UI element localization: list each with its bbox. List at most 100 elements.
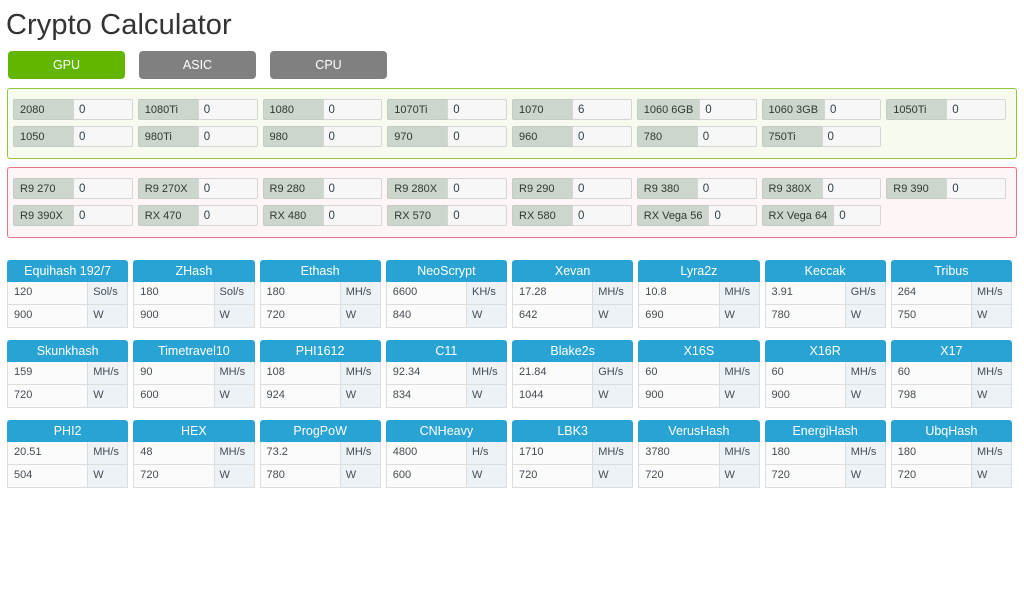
hashrate-row: 60MH/s [765, 362, 886, 385]
power-value[interactable]: 720 [891, 465, 972, 488]
gpu-count-input[interactable] [447, 99, 507, 120]
gpu-count-input[interactable] [323, 205, 383, 226]
hashrate-value[interactable]: 180 [133, 282, 214, 305]
tab-asic[interactable]: ASIC [139, 51, 256, 79]
gpu-count-input[interactable] [323, 178, 383, 199]
hashrate-value[interactable]: 264 [891, 282, 972, 305]
power-value[interactable]: 720 [512, 465, 593, 488]
power-row: 900W [133, 305, 254, 328]
hashrate-value[interactable]: 180 [891, 442, 972, 465]
gpu-count-input[interactable] [447, 205, 507, 226]
gpu-count-input[interactable] [572, 205, 632, 226]
hashrate-value[interactable]: 3.91 [765, 282, 846, 305]
gpu-count-input[interactable] [323, 126, 383, 147]
power-value[interactable]: 1044 [512, 385, 593, 408]
hashrate-value[interactable]: 60 [891, 362, 972, 385]
gpu-count-input[interactable] [572, 126, 632, 147]
gpu-count-input[interactable] [323, 99, 383, 120]
gpu-count-input[interactable] [708, 205, 756, 226]
power-value[interactable]: 900 [765, 385, 846, 408]
gpu-count-input[interactable] [73, 126, 133, 147]
power-unit: W [593, 385, 633, 408]
power-unit: W [593, 305, 633, 328]
hashrate-value[interactable]: 180 [260, 282, 341, 305]
power-value[interactable]: 900 [638, 385, 719, 408]
power-value[interactable]: 642 [512, 305, 593, 328]
power-value[interactable]: 798 [891, 385, 972, 408]
hashrate-unit: MH/s [341, 282, 381, 305]
algorithm-name: X16S [638, 340, 759, 362]
power-value[interactable]: 720 [7, 385, 88, 408]
power-value[interactable]: 600 [386, 465, 467, 488]
gpu-count-input[interactable] [572, 178, 632, 199]
power-value[interactable]: 780 [765, 305, 846, 328]
device-type-tabs: GPU ASIC CPU [0, 42, 1024, 79]
power-value[interactable]: 900 [7, 305, 88, 328]
gpu-count-input[interactable] [699, 99, 756, 120]
gpu-count-input[interactable] [697, 178, 757, 199]
hashrate-row: 17.28MH/s [512, 282, 633, 305]
algorithm-card: UbqHash180MH/s720W [891, 420, 1017, 488]
hashrate-value[interactable]: 21.84 [512, 362, 593, 385]
power-value[interactable]: 900 [133, 305, 214, 328]
power-value[interactable]: 720 [133, 465, 214, 488]
page-title: Crypto Calculator [0, 0, 1024, 42]
hashrate-value[interactable]: 92.34 [386, 362, 467, 385]
power-value[interactable]: 840 [386, 305, 467, 328]
gpu-count-input[interactable] [824, 99, 881, 120]
tab-cpu[interactable]: CPU [270, 51, 387, 79]
hashrate-value[interactable]: 17.28 [512, 282, 593, 305]
algorithm-row: Equihash 192/7120Sol/s900WZHash180Sol/s9… [7, 260, 1017, 328]
gpu-count-input[interactable] [822, 126, 882, 147]
gpu-count-input[interactable] [697, 126, 757, 147]
gpu-count-input[interactable] [198, 205, 258, 226]
gpu-field: 750Ti [762, 123, 887, 150]
tab-gpu[interactable]: GPU [8, 51, 125, 79]
gpu-count-input[interactable] [73, 99, 133, 120]
power-value[interactable]: 600 [133, 385, 214, 408]
hashrate-value[interactable]: 4800 [386, 442, 467, 465]
gpu-count-input[interactable] [447, 126, 507, 147]
hashrate-value[interactable]: 60 [638, 362, 719, 385]
gpu-count-input[interactable] [572, 99, 632, 120]
hashrate-value[interactable]: 6600 [386, 282, 467, 305]
gpu-count-input[interactable] [822, 178, 882, 199]
algorithm-name: Xevan [512, 260, 633, 282]
hashrate-value[interactable]: 120 [7, 282, 88, 305]
power-value[interactable]: 924 [260, 385, 341, 408]
hashrate-row: 92.34MH/s [386, 362, 507, 385]
hashrate-value[interactable]: 159 [7, 362, 88, 385]
hashrate-row: 90MH/s [133, 362, 254, 385]
gpu-field: 980Ti [138, 123, 263, 150]
hashrate-value[interactable]: 1710 [512, 442, 593, 465]
power-value[interactable]: 834 [386, 385, 467, 408]
hashrate-value[interactable]: 90 [133, 362, 214, 385]
hashrate-value[interactable]: 10.8 [638, 282, 719, 305]
power-unit: W [215, 465, 255, 488]
gpu-count-input[interactable] [198, 126, 258, 147]
hashrate-value[interactable]: 48 [133, 442, 214, 465]
gpu-count-input[interactable] [946, 99, 1006, 120]
hashrate-value[interactable]: 60 [765, 362, 846, 385]
gpu-count-input[interactable] [198, 99, 258, 120]
algorithm-name: Lyra2z [638, 260, 759, 282]
gpu-count-input[interactable] [447, 178, 507, 199]
power-value[interactable]: 720 [638, 465, 719, 488]
power-value[interactable]: 750 [891, 305, 972, 328]
power-value[interactable]: 690 [638, 305, 719, 328]
power-value[interactable]: 720 [765, 465, 846, 488]
gpu-count-input[interactable] [198, 178, 258, 199]
algorithm-card: LBK31710MH/s720W [512, 420, 638, 488]
hashrate-value[interactable]: 180 [765, 442, 846, 465]
hashrate-value[interactable]: 3780 [638, 442, 719, 465]
hashrate-value[interactable]: 108 [260, 362, 341, 385]
hashrate-value[interactable]: 20.51 [7, 442, 88, 465]
power-value[interactable]: 504 [7, 465, 88, 488]
power-value[interactable]: 720 [260, 305, 341, 328]
gpu-count-input[interactable] [73, 205, 133, 226]
gpu-count-input[interactable] [946, 178, 1006, 199]
power-value[interactable]: 780 [260, 465, 341, 488]
hashrate-value[interactable]: 73.2 [260, 442, 341, 465]
gpu-count-input[interactable] [833, 205, 881, 226]
gpu-count-input[interactable] [73, 178, 133, 199]
